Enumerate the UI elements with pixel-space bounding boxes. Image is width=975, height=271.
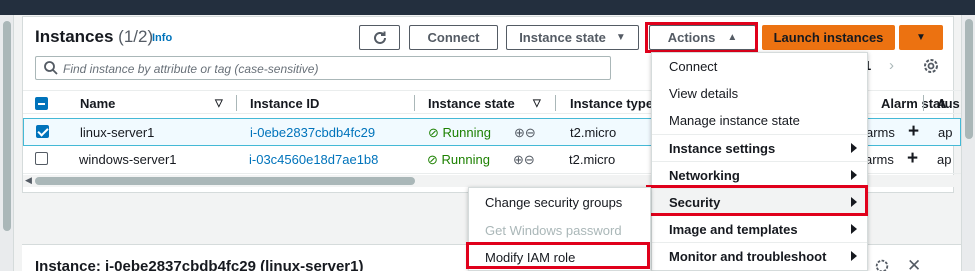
- menu-item-manage-instance-state[interactable]: Manage instance state: [652, 107, 867, 134]
- menu-item-get-windows-password: Get Windows password: [469, 216, 650, 244]
- refresh-button[interactable]: [359, 25, 400, 50]
- launch-instances-button[interactable]: Launch instances: [762, 25, 895, 50]
- right-scrollbar[interactable]: [961, 15, 975, 271]
- menu-item-label: Instance settings: [669, 140, 776, 156]
- availability-zone: ap: [937, 152, 952, 167]
- submenu-arrow-icon: [851, 143, 857, 153]
- sort-icon[interactable]: ▽: [533, 98, 541, 109]
- column-header-alarm-status[interactable]: Alarm status: [881, 96, 960, 111]
- instance-name: linux-server1: [80, 125, 155, 140]
- selection-count: (1/2): [118, 27, 154, 46]
- alarm-status: arms: [865, 152, 894, 167]
- status-badge: ⊘ Running: [428, 125, 491, 141]
- launch-dropdown-button[interactable]: ▼: [899, 25, 943, 50]
- info-link[interactable]: Info: [152, 32, 172, 44]
- menu-item-label: Manage instance state: [669, 113, 800, 128]
- row-checkbox[interactable]: [36, 125, 49, 138]
- page-title: Instances (1/2): [35, 27, 153, 47]
- menu-item-label: View details: [669, 86, 739, 101]
- search-icon: [44, 61, 58, 75]
- menu-item-label: Networking: [669, 167, 740, 183]
- menu-item-instance-settings[interactable]: Instance settings: [652, 134, 867, 161]
- plus-icon[interactable]: +: [907, 148, 918, 170]
- row-checkbox[interactable]: [35, 152, 48, 165]
- check-circle-icon: ⊘: [427, 152, 438, 167]
- instance-id-link[interactable]: i-03c4560e18d7ae1b8: [249, 152, 378, 167]
- left-scrollbar-thumb[interactable]: [3, 21, 11, 231]
- actions-menu: Connect View details Manage instance sta…: [651, 52, 868, 271]
- column-divider[interactable]: [236, 95, 237, 111]
- column-divider[interactable]: [923, 95, 924, 111]
- next-page-icon[interactable]: ›: [889, 57, 894, 74]
- submenu-arrow-icon: [851, 170, 857, 180]
- plus-icon[interactable]: +: [908, 121, 919, 143]
- search-input[interactable]: Find instance by attribute or tag (case-…: [35, 56, 611, 80]
- top-bar: [0, 0, 975, 15]
- scroll-left-icon[interactable]: ◀: [25, 175, 32, 186]
- right-scrollbar-thumb[interactable]: [965, 19, 973, 139]
- actions-highlight: [645, 22, 758, 53]
- left-scrollbar[interactable]: [0, 15, 14, 271]
- menu-item-connect[interactable]: Connect: [652, 53, 867, 80]
- column-divider[interactable]: [414, 95, 415, 111]
- instance-state-button[interactable]: Instance state ▼: [506, 25, 639, 50]
- column-header-az[interactable]: A: [937, 96, 946, 111]
- menu-item-networking[interactable]: Networking: [652, 161, 867, 188]
- details-title: Instance: i-0ebe2837cbdb4fc29 (linux-ser…: [35, 258, 364, 271]
- sort-icon[interactable]: ▽: [215, 98, 223, 109]
- zoom-icon[interactable]: ⊕⊖: [514, 125, 536, 141]
- alarm-status: arms: [866, 125, 895, 140]
- caret-down-icon: ▼: [615, 32, 626, 43]
- column-header-instance-id[interactable]: Instance ID: [250, 96, 319, 111]
- submenu-arrow-icon: [851, 251, 857, 261]
- column-header-instance-state[interactable]: Instance state: [428, 96, 515, 111]
- menu-item-image-and-templates[interactable]: Image and templates: [652, 215, 867, 242]
- connect-button[interactable]: Connect: [409, 25, 498, 50]
- status-text: Running: [442, 125, 491, 140]
- gear-icon[interactable]: [922, 57, 940, 78]
- horizontal-scrollbar-thumb[interactable]: [35, 177, 415, 185]
- select-all-checkbox[interactable]: [35, 97, 48, 110]
- instance-type: t2.micro: [570, 125, 617, 140]
- instance-id-link[interactable]: i-0ebe2837cbdb4fc29: [250, 125, 375, 140]
- modify-iam-role-highlight: [466, 242, 650, 269]
- availability-zone: ap: [938, 125, 953, 140]
- instance-type: t2.micro: [569, 152, 616, 167]
- zoom-icon[interactable]: ⊕⊖: [513, 152, 535, 168]
- column-header-name[interactable]: Name: [80, 96, 115, 111]
- column-header-instance-type[interactable]: Instance type: [570, 96, 653, 111]
- check-circle-icon: ⊘: [428, 125, 439, 140]
- refresh-icon: [373, 31, 386, 44]
- status-badge: ⊘ Running: [427, 152, 490, 168]
- menu-item-label: Monitor and troubleshoot: [669, 248, 827, 264]
- close-icon[interactable]: ✕: [907, 256, 921, 271]
- menu-item-label: Get Windows password: [485, 222, 622, 238]
- column-divider[interactable]: [555, 95, 556, 111]
- gear-icon[interactable]: [874, 258, 890, 271]
- menu-item-label: Change security groups: [485, 194, 623, 210]
- page-title-text: Instances: [35, 27, 114, 46]
- search-placeholder: Find instance by attribute or tag (case-…: [63, 62, 319, 76]
- menu-item-label: Image and templates: [669, 221, 798, 237]
- security-highlight: [646, 185, 868, 216]
- caret-down-icon: ▼: [916, 32, 926, 43]
- menu-item-view-details[interactable]: View details: [652, 80, 867, 107]
- instance-name: windows-server1: [79, 152, 177, 167]
- menu-item-change-security-groups[interactable]: Change security groups: [469, 188, 650, 216]
- menu-item-label: Connect: [669, 59, 718, 74]
- status-text: Running: [441, 152, 490, 167]
- submenu-arrow-icon: [851, 224, 857, 234]
- menu-item-monitor-and-troubleshoot[interactable]: Monitor and troubleshoot: [652, 242, 867, 269]
- instance-state-label: Instance state: [519, 30, 606, 45]
